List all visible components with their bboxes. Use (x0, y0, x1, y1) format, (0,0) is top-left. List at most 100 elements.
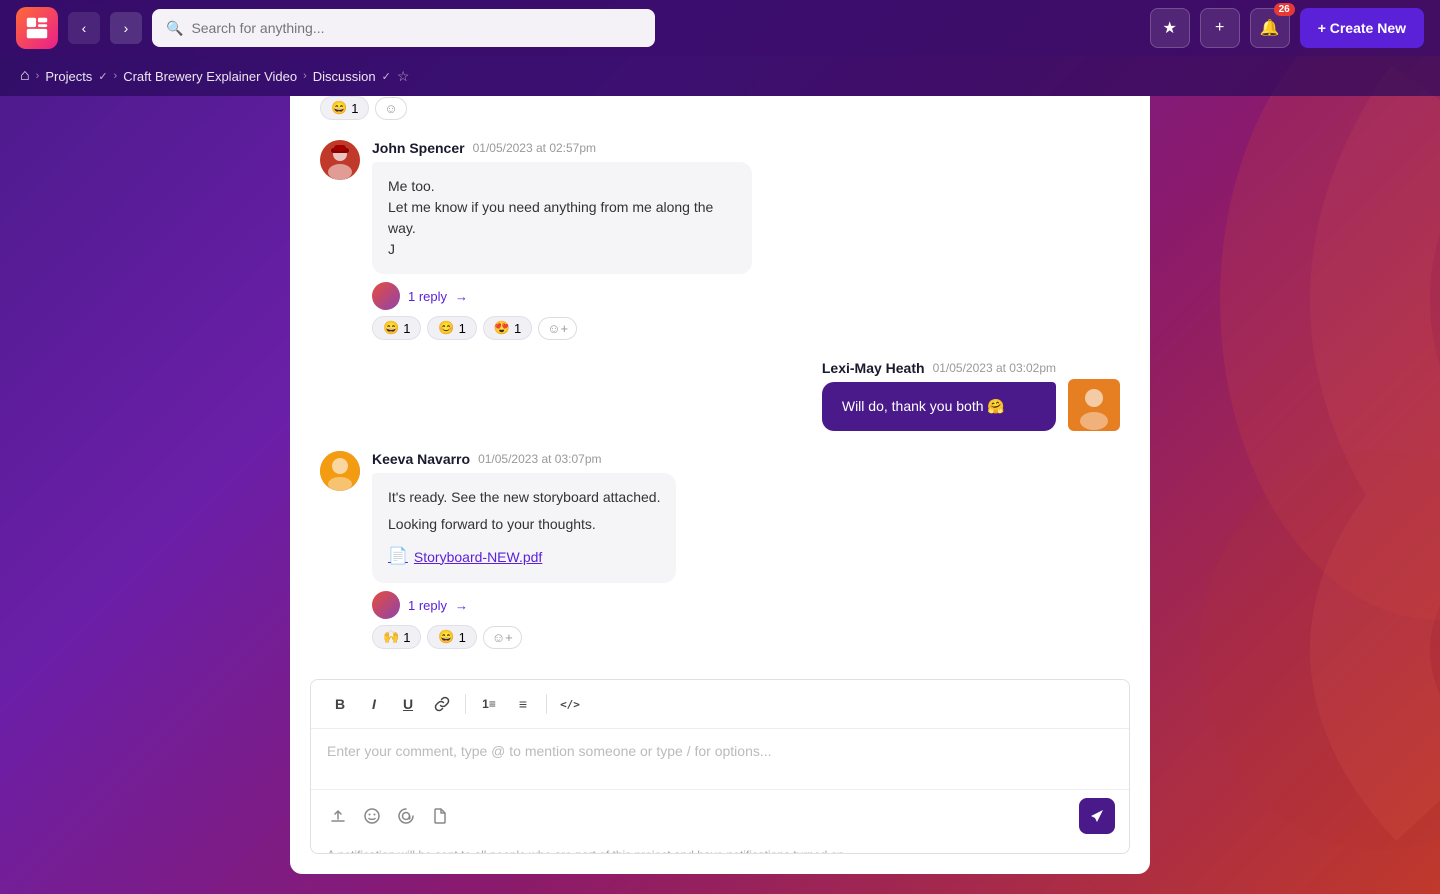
link-button[interactable] (427, 690, 457, 718)
breadcrumb-sep-2: › (303, 70, 307, 82)
reaction-hands-keeva[interactable]: 🙌1 (372, 625, 421, 649)
message-group-keeva: Keeva Navarro 01/05/2023 at 03:07pm It's… (320, 451, 1120, 649)
msg-bubble-keeva: It's ready. See the new storyboard attac… (372, 473, 676, 583)
favorites-button[interactable]: ★ (1150, 8, 1190, 48)
msg-content-keeva: Keeva Navarro 01/05/2023 at 03:07pm It's… (372, 451, 676, 649)
message-group-lexi: Lexi-May Heath 01/05/2023 at 03:02pm Wil… (320, 360, 1120, 431)
msg-author-john: John Spencer (372, 140, 465, 156)
send-icon (1089, 808, 1105, 824)
msg-header-keeva: Keeva Navarro 01/05/2023 at 03:07pm (372, 451, 676, 467)
breadcrumb: ⌂ › Projects ✓ › Craft Brewery Explainer… (0, 56, 1440, 96)
emoji-button[interactable] (359, 803, 385, 829)
reactions-keeva: 🙌1 😄1 ☺+ (372, 625, 676, 649)
reaction-pill-smile[interactable]: 😄 1 (320, 96, 369, 120)
forward-button[interactable]: › (110, 12, 142, 44)
editor-bottom-bar (311, 789, 1129, 842)
back-button[interactable]: ‹ (68, 12, 100, 44)
notification-badge: 26 (1274, 3, 1295, 16)
bell-icon: 🔔 (1260, 18, 1280, 38)
top-nav: ‹ › 🔍 ★ + 🔔 26 + Create New (0, 0, 1440, 56)
mention-button[interactable] (393, 803, 419, 829)
pdf-icon: 📄 (388, 545, 408, 569)
upload-button[interactable] (325, 803, 351, 829)
notifications-button[interactable]: 🔔 26 (1250, 8, 1290, 48)
upload-icon (329, 807, 347, 825)
msg-time-keeva: 01/05/2023 at 03:07pm (478, 452, 601, 466)
reply-row-john: 1 reply → (372, 282, 752, 310)
reply-count-keeva[interactable]: 1 reply (408, 598, 447, 613)
underline-button[interactable]: U (393, 690, 423, 718)
ordered-list-button[interactable]: 1≡ (474, 690, 504, 718)
home-icon[interactable]: ⌂ (20, 67, 30, 85)
search-icon: 🔍 (166, 20, 183, 37)
msg-content-john: John Spencer 01/05/2023 at 02:57pm Me to… (372, 140, 752, 340)
toolbar-sep-2 (546, 694, 547, 714)
send-button[interactable] (1079, 798, 1115, 834)
search-input[interactable] (191, 20, 640, 36)
avatar-lexi (1068, 379, 1120, 431)
create-new-button[interactable]: + Create New (1300, 8, 1424, 48)
msg-author-keeva: Keeva Navarro (372, 451, 470, 467)
emoji-icon (363, 807, 381, 825)
logo-button[interactable] (16, 7, 58, 49)
breadcrumb-sep-1: › (114, 70, 118, 82)
msg-time-john: 01/05/2023 at 02:57pm (473, 141, 596, 155)
reaction-add-top[interactable]: ☺ (375, 97, 406, 120)
editor-notification-text: A notification will be sent to all peopl… (311, 842, 1129, 854)
reply-avatar-john (372, 282, 400, 310)
reply-row-keeva: 1 reply → (372, 591, 676, 619)
top-partial-reactions: 😄 1 ☺ (290, 96, 1150, 130)
main-content: 😄 1 ☺ (0, 96, 1440, 894)
reply-count-john[interactable]: 1 reply (408, 289, 447, 304)
file-button[interactable] (427, 803, 453, 829)
code-button[interactable]: </> (555, 690, 585, 718)
search-bar: 🔍 (152, 9, 655, 47)
mention-icon (397, 807, 415, 825)
comment-editor: B I U 1≡ ≡ </> Enter your comment, type … (310, 679, 1130, 854)
star-icon: ★ (1163, 18, 1177, 38)
toolbar-sep-1 (465, 694, 466, 714)
msg-author-lexi: Lexi-May Heath (822, 360, 925, 376)
add-button[interactable]: + (1200, 8, 1240, 48)
reactions-john: 😄1 😊1 😍1 ☺+ (372, 316, 752, 340)
msg-bubble-lexi: Will do, thank you both 🤗 (822, 382, 1056, 431)
breadcrumb-star-icon[interactable]: ☆ (397, 68, 410, 85)
avatar-john (320, 140, 360, 180)
msg-content-lexi: Lexi-May Heath 01/05/2023 at 03:02pm Wil… (822, 360, 1056, 431)
reaction-laugh-keeva[interactable]: 😄1 (427, 625, 476, 649)
breadcrumb-discussion[interactable]: Discussion (313, 69, 376, 84)
editor-bottom-icons (325, 803, 1079, 829)
editor-placeholder: Enter your comment, type @ to mention so… (327, 743, 772, 759)
reaction-smile-john[interactable]: 😊1 (427, 316, 476, 340)
messages-area: John Spencer 01/05/2023 at 02:57pm Me to… (290, 130, 1150, 679)
breadcrumb-video[interactable]: Craft Brewery Explainer Video (123, 69, 297, 84)
reply-avatar-keeva (372, 591, 400, 619)
file-icon (431, 807, 449, 825)
discussion-panel: 😄 1 ☺ (290, 96, 1150, 874)
discussion-check-icon: ✓ (382, 70, 391, 83)
msg-header-john: John Spencer 01/05/2023 at 02:57pm (372, 140, 752, 156)
reaction-add-keeva[interactable]: ☺+ (483, 626, 522, 649)
link-icon (434, 696, 450, 712)
reaction-heart-john[interactable]: 😍1 (483, 316, 532, 340)
unordered-list-button[interactable]: ≡ (508, 690, 538, 718)
breadcrumb-projects[interactable]: Projects (45, 69, 92, 84)
editor-input[interactable]: Enter your comment, type @ to mention so… (311, 729, 1129, 789)
italic-button[interactable]: I (359, 690, 389, 718)
msg-bubble-john: Me too. Let me know if you need anything… (372, 162, 752, 274)
breadcrumb-sep-0: › (36, 70, 40, 82)
bold-button[interactable]: B (325, 690, 355, 718)
reply-arrow-john: → (455, 289, 468, 304)
attachment-pdf[interactable]: 📄 Storyboard-NEW.pdf (388, 545, 660, 569)
message-group-john: John Spencer 01/05/2023 at 02:57pm Me to… (320, 140, 1120, 340)
reply-arrow-keeva: → (455, 598, 468, 613)
editor-toolbar: B I U 1≡ ≡ </> (311, 680, 1129, 729)
msg-left-keeva: Keeva Navarro 01/05/2023 at 03:07pm It's… (320, 451, 1120, 649)
avatar-keeva (320, 451, 360, 491)
msg-header-lexi: Lexi-May Heath 01/05/2023 at 03:02pm (822, 360, 1056, 376)
projects-check-icon: ✓ (98, 70, 107, 83)
reaction-add-john[interactable]: ☺+ (538, 317, 577, 340)
msg-time-lexi: 01/05/2023 at 03:02pm (933, 361, 1056, 375)
reaction-laugh-john[interactable]: 😄1 (372, 316, 421, 340)
msg-left-john: John Spencer 01/05/2023 at 02:57pm Me to… (320, 140, 1120, 340)
